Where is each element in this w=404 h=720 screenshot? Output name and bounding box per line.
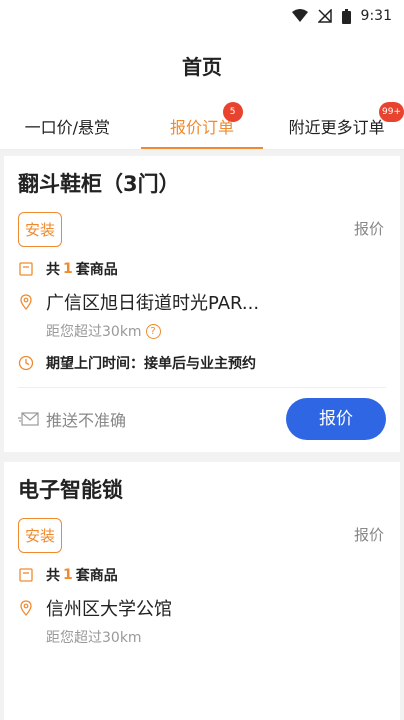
address-row: 广信区旭日街道时光PAR... xyxy=(18,289,386,315)
location-pin-icon xyxy=(20,294,32,310)
quote-status-label: 报价 xyxy=(353,526,384,544)
location-pin-icon xyxy=(20,600,32,616)
tab-fixed-price[interactable]: 一口价/悬赏 xyxy=(0,98,135,149)
push-inaccurate-button[interactable]: 推送不准确 xyxy=(18,407,126,431)
tab-nearby-orders[interactable]: 附近更多订单 99+ xyxy=(269,98,404,149)
page-title: 首页 xyxy=(182,54,222,79)
order-card[interactable]: 电子智能锁 安装 报价 共 1 套商品 信州区大学公馆 距您超过30km xyxy=(4,462,400,720)
divider xyxy=(18,387,386,388)
tab-label: 附近更多订单 xyxy=(288,118,385,137)
expected-time-text: 期望上门时间：接单后与业主预约 xyxy=(46,356,256,372)
goods-suffix: 套商品 xyxy=(75,568,118,584)
distance-row: 距您超过30km ? xyxy=(46,321,386,341)
quote-status-label: 报价 xyxy=(353,220,384,238)
goods-icon xyxy=(19,568,33,582)
tab-quote-orders[interactable]: 报价订单 5 xyxy=(135,98,270,149)
address-row: 信州区大学公馆 xyxy=(18,595,386,621)
card-footer: 推送不准确 报价 xyxy=(18,398,386,440)
goods-count-row: 共 1 套商品 xyxy=(18,565,386,585)
goods-icon xyxy=(19,262,33,276)
quote-button[interactable]: 报价 xyxy=(286,398,386,440)
goods-count: 1 xyxy=(63,261,73,277)
no-signal-icon xyxy=(317,9,332,23)
order-card[interactable]: 翻斗鞋柜（3门） 安装 报价 共 1 套商品 广信区旭日街道时光PAR... 距… xyxy=(4,156,400,452)
push-inaccurate-label: 推送不准确 xyxy=(46,411,127,430)
distance-row: 距您超过30km xyxy=(46,627,386,647)
goods-count-row: 共 1 套商品 xyxy=(18,259,386,279)
battery-icon xyxy=(341,8,351,24)
help-icon[interactable]: ? xyxy=(145,323,161,339)
expected-time-row: 期望上门时间：接单后与业主预约 xyxy=(18,353,386,373)
order-title: 翻斗鞋柜（3门） xyxy=(18,172,180,196)
address-text: 广信区旭日街道时光PAR... xyxy=(46,293,260,314)
goods-suffix: 套商品 xyxy=(75,262,118,278)
service-tag: 安装 xyxy=(18,518,63,553)
status-bar: 9:31 xyxy=(0,0,404,32)
page-header: 首页 xyxy=(0,32,404,98)
order-title: 电子智能锁 xyxy=(18,478,123,502)
status-time: 9:31 xyxy=(360,8,392,24)
tab-badge: 99+ xyxy=(379,102,404,122)
tab-label: 一口价/悬赏 xyxy=(24,118,111,137)
tab-bar: 一口价/悬赏 报价订单 5 附近更多订单 99+ xyxy=(0,98,404,150)
distance-text: 距您超过30km xyxy=(46,630,142,646)
tab-label: 报价订单 xyxy=(170,118,235,137)
tab-badge: 5 xyxy=(222,102,243,122)
mail-icon xyxy=(18,412,39,426)
goods-prefix: 共 xyxy=(46,568,60,584)
distance-text: 距您超过30km xyxy=(46,324,142,340)
address-text: 信州区大学公馆 xyxy=(46,599,172,620)
goods-prefix: 共 xyxy=(46,262,60,278)
wifi-icon xyxy=(291,9,308,23)
goods-count: 1 xyxy=(63,567,73,583)
service-tag: 安装 xyxy=(18,212,63,247)
clock-icon xyxy=(18,355,34,371)
